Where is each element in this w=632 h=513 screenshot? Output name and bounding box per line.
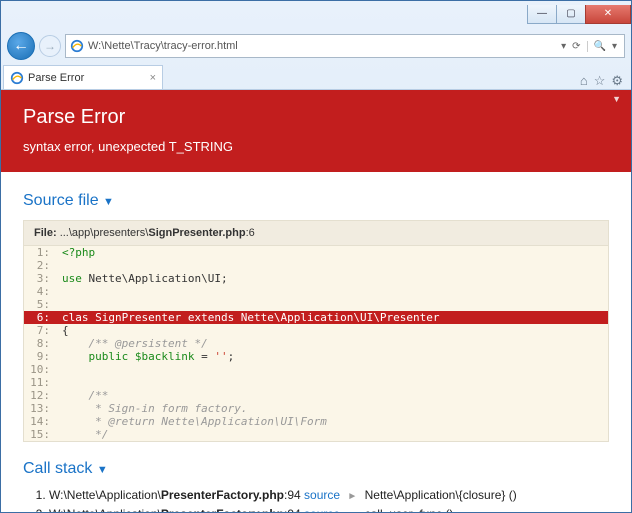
tab-title: Parse Error bbox=[28, 72, 84, 84]
arrow-left-icon: ← bbox=[13, 37, 29, 55]
chevron-down-icon: ▼ bbox=[97, 464, 108, 476]
minimize-button[interactable]: ― bbox=[527, 5, 557, 24]
source-code: 1:<?php2: 3:use Nette\Application\UI;4: … bbox=[23, 245, 609, 442]
source-link[interactable]: source bbox=[304, 507, 340, 512]
error-message: syntax error, unexpected T_STRING bbox=[23, 139, 609, 154]
forward-button[interactable]: → bbox=[39, 35, 61, 57]
toolbar-icons: ⌂ ☆ ⚙ bbox=[580, 73, 631, 89]
arrow-right-icon: → bbox=[44, 39, 56, 53]
error-header: ▼ Parse Error syntax error, unexpected T… bbox=[1, 90, 631, 172]
window-buttons: ― ▢ ✕ bbox=[528, 5, 631, 25]
code-line: 1:<?php bbox=[24, 246, 608, 259]
browser-toolbar: ← → W:\Nette\Tracy\tracy-error.html ▾ ⟳ … bbox=[1, 29, 631, 63]
address-bar[interactable]: W:\Nette\Tracy\tracy-error.html ▾ ⟳ 🔍 ▾ bbox=[65, 34, 625, 58]
stack-frame: W:\Nette\Application\PresenterFactory.ph… bbox=[49, 507, 609, 512]
window-titlebar: ― ▢ ✕ bbox=[1, 1, 631, 29]
code-line: 15: */ bbox=[24, 428, 608, 441]
search-dropdown-icon[interactable]: ▾ bbox=[612, 41, 617, 52]
code-line: 14: * @return Nette\Application\UI\Form bbox=[24, 415, 608, 428]
home-icon[interactable]: ⌂ bbox=[580, 73, 588, 89]
ie-icon bbox=[10, 71, 23, 84]
file-path-bar: File: ...\app\presenters\SignPresenter.p… bbox=[23, 220, 609, 245]
code-line: 9: public $backlink = ''; bbox=[24, 350, 608, 363]
page-icon bbox=[70, 39, 84, 53]
tab-close-icon[interactable]: × bbox=[150, 72, 156, 84]
tab-parse-error[interactable]: Parse Error × bbox=[3, 65, 163, 89]
error-title: Parse Error bbox=[23, 106, 609, 129]
close-button[interactable]: ✕ bbox=[585, 5, 631, 24]
tools-icon[interactable]: ⚙ bbox=[611, 73, 623, 89]
collapse-icon[interactable]: ▼ bbox=[612, 94, 621, 104]
section-source-file[interactable]: Source file ▼ bbox=[23, 192, 609, 210]
code-line: 6:clas SignPresenter extends Nette\Appli… bbox=[24, 311, 608, 324]
chevron-down-icon: ▼ bbox=[103, 196, 114, 208]
favorites-icon[interactable]: ☆ bbox=[594, 73, 606, 89]
code-line: 3:use Nette\Application\UI; bbox=[24, 272, 608, 285]
code-line: 12: /** bbox=[24, 389, 608, 402]
code-line: 5: bbox=[24, 298, 608, 311]
address-url: W:\Nette\Tracy\tracy-error.html bbox=[88, 40, 558, 52]
code-line: 13: * Sign-in form factory. bbox=[24, 402, 608, 415]
code-line: 7:{ bbox=[24, 324, 608, 337]
error-body: Source file ▼ File: ...\app\presenters\S… bbox=[1, 172, 631, 512]
refresh-icon[interactable]: ⟳ bbox=[572, 41, 580, 52]
code-line: 4: bbox=[24, 285, 608, 298]
code-line: 2: bbox=[24, 259, 608, 272]
stack-frame: W:\Nette\Application\PresenterFactory.ph… bbox=[49, 488, 609, 502]
back-button[interactable]: ← bbox=[7, 32, 35, 60]
page-content: ▼ Parse Error syntax error, unexpected T… bbox=[1, 89, 631, 512]
section-call-stack[interactable]: Call stack ▼ bbox=[23, 460, 609, 478]
code-line: 8: /** @persistent */ bbox=[24, 337, 608, 350]
maximize-button[interactable]: ▢ bbox=[556, 5, 586, 24]
browser-window: ― ▢ ✕ ← → W:\Nette\Tracy\tracy-error.htm… bbox=[0, 0, 632, 513]
tab-bar: Parse Error × ⌂ ☆ ⚙ bbox=[1, 63, 631, 89]
dropdown-icon[interactable]: ▾ bbox=[561, 41, 566, 52]
code-line: 11: bbox=[24, 376, 608, 389]
search-icon[interactable]: 🔍 bbox=[587, 41, 606, 52]
source-link[interactable]: source bbox=[304, 488, 340, 502]
call-stack: W:\Nette\Application\PresenterFactory.ph… bbox=[23, 488, 609, 512]
code-line: 10: bbox=[24, 363, 608, 376]
